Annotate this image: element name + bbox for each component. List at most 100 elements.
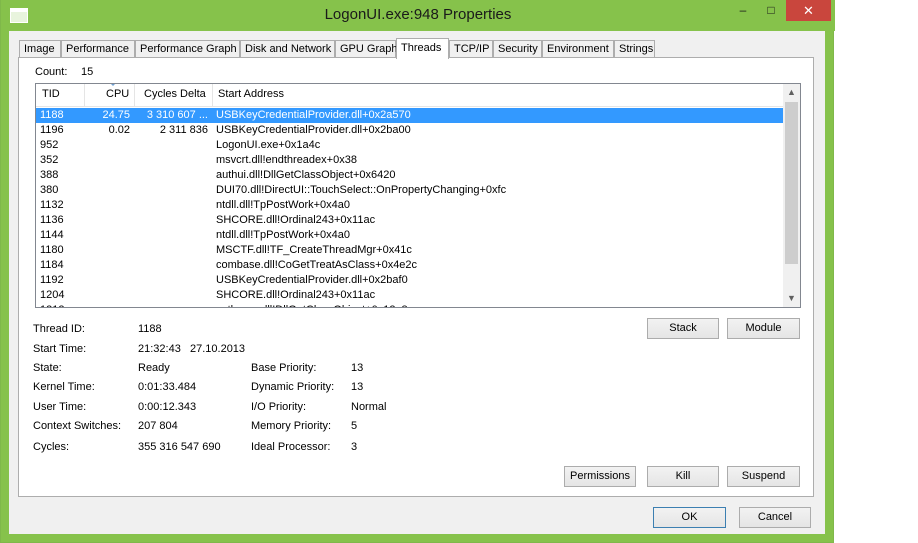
dynamic-priority-value: 13 [351,381,364,393]
cycles-value: 355 316 547 690 [138,441,221,453]
column-separator[interactable] [134,84,135,106]
thread-row[interactable]: 380 DUI70.dll!DirectUI::TouchSelect::OnPr… [36,183,783,198]
cancel-button[interactable]: Cancel [739,507,811,528]
thread-tid-cell: 1212 [40,303,64,307]
thread-row[interactable]: 1144 ntdll.dll!TpPostWork+0x4a0 [36,228,783,243]
column-header-cycles-delta[interactable]: Cycles Delta [144,88,206,100]
kernel-time-label: Kernel Time: [33,381,95,393]
tab-image[interactable]: Image [19,40,61,57]
thread-address-cell: USBKeyCredentialProvider.dll+0x2baf0 [216,274,408,286]
start-time-label: Start Time: [33,343,87,355]
close-button[interactable]: ✕ [786,0,831,21]
module-button[interactable]: Module [727,318,800,339]
io-priority-label: I/O Priority: [251,401,307,413]
window-frame-right [825,31,833,542]
thread-row[interactable]: 952 LogonUI.exe+0x1a4c [36,138,783,153]
column-header-start-address[interactable]: Start Address [218,88,284,100]
maximize-button[interactable]: □ [757,0,785,21]
state-label: State: [33,362,62,374]
tab-performance[interactable]: Performance [61,40,135,57]
thread-id-value: 1188 [138,323,162,335]
thread-row[interactable]: 1196 0.02 2 311 836 USBKeyCredentialProvide… [36,123,783,138]
thread-tid-cell: 1132 [40,199,64,211]
title-bar[interactable]: LogonUI.exe:948 Properties – □ ✕ [1,0,835,31]
thread-row[interactable]: 1132 ntdll.dll!TpPostWork+0x4a0 [36,198,783,213]
base-priority-label: Base Priority: [251,362,317,374]
thread-row[interactable]: 1188 24.75 3 310 607 ... USBKeyCredentialPr… [36,108,783,123]
thread-cycles-cell: 2 311 836 [159,124,208,136]
stack-button[interactable]: Stack [647,318,719,339]
user-time-label: User Time: [33,401,87,413]
thread-tid-cell: 1196 [40,124,64,136]
vertical-scrollbar[interactable]: ▲ ▼ [783,84,800,307]
thread-row[interactable]: 1212 uxtheme.dll!DllGetClassObject+0x12e8 [36,303,783,307]
suspend-button[interactable]: Suspend [727,466,800,487]
window-title: LogonUI.exe:948 Properties [324,6,512,23]
thread-row[interactable]: 1184 combase.dll!CoGetTreatAsClass+0x4e2c [36,258,783,273]
thread-row[interactable]: 388 authui.dll!DllGetClassObject+0x6420 [36,168,783,183]
tab-tcp-ip[interactable]: TCP/IP [449,40,493,57]
minimize-button[interactable]: – [729,0,757,21]
thread-address-cell: combase.dll!CoGetTreatAsClass+0x4e2c [216,259,418,271]
thread-address-cell: msvcrt.dll!endthreadex+0x38 [216,154,357,166]
thread-address-cell: ntdll.dll!TpPostWork+0x4a0 [216,229,351,241]
column-separator[interactable] [84,84,85,106]
thread-row[interactable]: 1192 USBKeyCredentialProvider.dll+0x2baf0 [36,273,783,288]
kernel-time-value: 0:01:33.484 [138,381,197,393]
column-separator[interactable] [212,84,213,106]
thread-address-cell: LogonUI.exe+0x1a4c [216,139,321,151]
threads-list[interactable]: TID CPU Cycles Delta Start Address 1188 2… [35,83,801,308]
permissions-button[interactable]: Permissions [564,466,636,487]
thread-tid-cell: 1144 [40,229,64,241]
thread-address-cell: USBKeyCredentialProvider.dll+0x2ba00 [216,124,411,136]
thread-tid-cell: 1184 [40,259,64,271]
thread-address-cell: authui.dll!DllGetClassObject+0x6420 [216,169,396,181]
thread-row[interactable]: 352 msvcrt.dll!endthreadex+0x38 [36,153,783,168]
thread-address-cell: DUI70.dll!DirectUI::TouchSelect::OnPrope… [216,184,507,196]
dynamic-priority-label: Dynamic Priority: [251,381,335,393]
thread-row[interactable]: 1204 SHCORE.dll!Ordinal243+0x11ac [36,288,783,303]
column-header-cpu[interactable]: CPU [106,88,129,100]
tab-gpu-graph[interactable]: GPU Graph [335,40,397,57]
properties-window: LogonUI.exe:948 Properties – □ ✕ Image Pe… [0,0,835,543]
thread-cpu-cell: 0.02 [108,124,130,136]
thread-tid-cell: 380 [40,184,59,196]
thread-tid-cell: 1188 [40,109,64,121]
thread-tid-cell: 388 [40,169,59,181]
thread-tid-cell: 1136 [40,214,64,226]
scroll-down-icon[interactable]: ▼ [783,290,800,307]
thread-address-cell: USBKeyCredentialProvider.dll+0x2a570 [216,109,411,121]
thread-row[interactable]: 1180 MSCTF.dll!TF_CreateThreadMgr+0x41c [36,243,783,258]
thread-tid-cell: 352 [40,154,59,166]
scrollbar-thumb[interactable] [785,102,798,264]
threads-tab-panel: Count: 15 TID CPU Cycles Delta Start Add… [18,57,814,497]
tab-threads[interactable]: Threads [396,38,449,59]
thread-tid-cell: 1180 [40,244,64,256]
thread-cycles-cell: 3 310 607 ... [146,109,208,121]
thread-row[interactable]: 1136 SHCORE.dll!Ordinal243+0x11ac [36,213,783,228]
tab-environment[interactable]: Environment [542,40,614,57]
start-time-value: 21:32:43 27.10.2013 [138,343,246,355]
io-priority-value: Normal [351,401,387,413]
count-value: 15 [81,66,94,78]
ok-button[interactable]: OK [653,507,726,528]
context-switches-label: Context Switches: [33,420,122,432]
thread-address-cell: MSCTF.dll!TF_CreateThreadMgr+0x41c [216,244,412,256]
thread-address-cell: ntdll.dll!TpPostWork+0x4a0 [216,199,351,211]
scroll-up-icon[interactable]: ▲ [783,84,800,101]
tab-disk-and-network[interactable]: Disk and Network [240,40,335,57]
ideal-processor-value: 3 [351,441,358,453]
memory-priority-value: 5 [351,420,358,432]
threads-list-header: TID CPU Cycles Delta Start Address [36,84,783,107]
state-value: Ready [138,362,170,374]
sort-indicator-icon [110,84,116,86]
thread-id-label: Thread ID: [33,323,85,335]
thread-cpu-cell: 24.75 [102,109,130,121]
window-frame-left [1,31,9,542]
column-header-tid[interactable]: TID [42,88,60,100]
tab-security[interactable]: Security [493,40,542,57]
tab-performance-graph[interactable]: Performance Graph [135,40,240,57]
kill-button[interactable]: Kill [647,466,719,487]
tab-strings[interactable]: Strings [614,40,655,57]
cycles-label: Cycles: [33,441,70,453]
